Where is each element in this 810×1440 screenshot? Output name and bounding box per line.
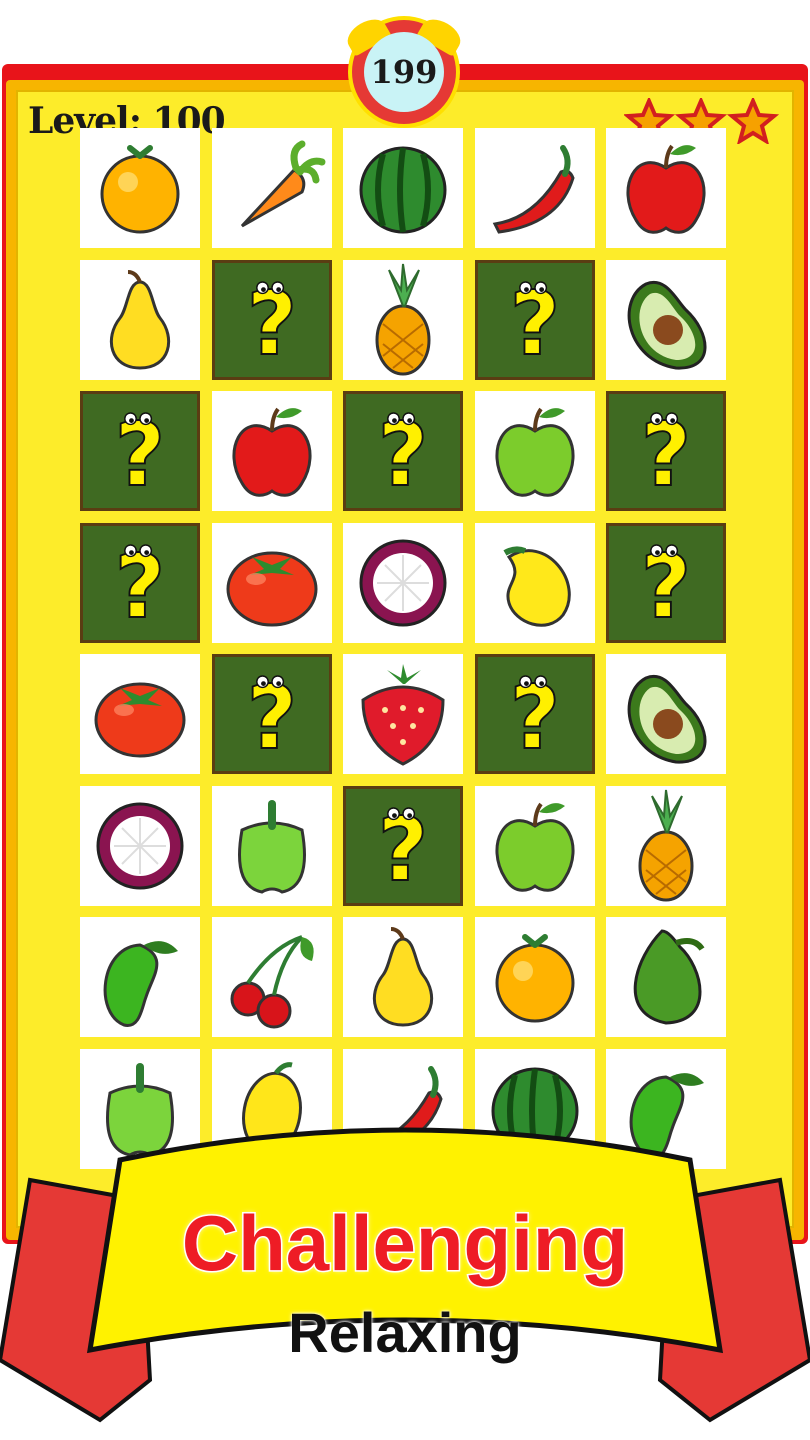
avocado-icon [627,674,707,764]
fruit-tile-tomato[interactable] [211,522,332,643]
green-apple-icon [494,407,575,497]
fruit-tile-orange[interactable] [474,917,595,1037]
question-mark-icon: ? [508,272,561,376]
hidden-tile[interactable]: ? [606,391,726,511]
tile-grid: ?????????? [80,128,730,1170]
watermelon-icon [359,146,447,234]
question-mark-icon: ? [377,403,430,507]
question-mark-icon: ? [640,535,693,639]
strawberry-icon [361,664,445,766]
green-pepper-icon [237,799,306,894]
fruit-tile-pineapple[interactable] [606,785,726,906]
fruit-tile-carrot[interactable] [211,128,332,248]
green-mango-icon [103,941,178,1027]
green-apple-icon [494,802,575,892]
chili-icon [492,145,575,234]
fruit-tile-mangosteen[interactable] [80,785,200,906]
hidden-tile[interactable]: ? [80,522,200,643]
question-mark-icon: ? [640,403,693,507]
hidden-tile[interactable]: ? [211,259,332,380]
fruit-tile-green-mango[interactable] [80,917,200,1037]
star-icon [726,98,780,144]
banner-headline: Challenging [180,1198,629,1289]
fruit-tile-cherries[interactable] [211,917,332,1037]
question-mark-icon: ? [245,272,298,376]
fruit-tile-pear[interactable] [343,917,463,1037]
timer-value: 199 [364,32,444,112]
tomato-icon [94,682,186,758]
fruit-tile-green-apple[interactable] [474,391,595,511]
fruit-tile-avocado[interactable] [606,259,726,380]
fruit-tile-orange[interactable] [80,128,200,248]
hidden-tile[interactable]: ? [474,259,595,380]
fruit-tile-pear[interactable] [80,259,200,380]
banner-subline: Relaxing [288,1301,522,1364]
question-mark-icon: ? [114,403,167,507]
pear-icon [372,927,434,1027]
question-mark-icon: ? [508,666,561,770]
pineapple-icon [638,789,694,901]
fruit-tile-mango[interactable] [474,522,595,643]
cherries-icon [230,935,314,1029]
red-apple-icon [231,407,312,497]
mango-icon [502,545,571,627]
fruit-tile-chili[interactable] [474,128,595,248]
mangosteen-icon [359,539,447,626]
fruit-tile-tomato[interactable] [80,654,200,774]
fruit-tile-avocado[interactable] [606,654,726,774]
pineapple-icon [375,263,431,375]
fruit-tile-pineapple[interactable] [343,259,463,380]
orange-icon [100,145,180,234]
timer-clock: 199 [342,13,466,124]
question-mark-icon: ? [114,535,167,639]
question-mark-icon: ? [245,666,298,770]
fruit-tile-green-avocado[interactable] [606,917,726,1037]
hidden-tile[interactable]: ? [343,391,463,511]
mangosteen-icon [96,802,184,889]
fruit-tile-watermelon[interactable] [343,128,463,248]
hidden-tile[interactable]: ? [606,522,726,643]
fruit-tile-red-apple[interactable] [211,391,332,511]
fruit-tile-green-apple[interactable] [474,785,595,906]
carrot-icon [240,140,325,228]
hidden-tile[interactable]: ? [211,654,332,774]
pear-icon [109,269,171,370]
hidden-tile[interactable]: ? [343,785,463,906]
green-avocado-icon [633,929,705,1025]
question-mark-icon: ? [377,798,430,902]
fruit-tile-mangosteen[interactable] [343,522,463,643]
fruit-tile-red-apple[interactable] [606,128,726,248]
fruit-tile-green-pepper[interactable] [211,785,332,906]
hidden-tile[interactable]: ? [80,391,200,511]
avocado-icon [627,280,707,370]
red-apple-icon [626,144,706,234]
hidden-tile[interactable]: ? [474,654,595,774]
fruit-tile-strawberry[interactable] [343,654,463,774]
orange-icon [495,934,574,1023]
tomato-icon [226,551,317,626]
